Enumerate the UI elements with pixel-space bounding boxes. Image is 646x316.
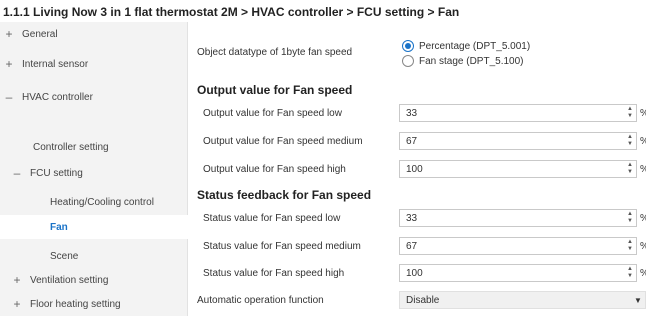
sidebar-item-ventilation-setting[interactable]: + Ventilation setting xyxy=(0,268,188,292)
status-section-title: Status feedback for Fan speed xyxy=(197,188,372,202)
unit-label: % xyxy=(640,241,646,252)
collapse-icon[interactable]: – xyxy=(2,90,16,104)
output-medium-input[interactable]: 67 ▲ ▼ xyxy=(399,132,637,150)
automatic-operation-label: Automatic operation function xyxy=(197,295,324,306)
parameter-panel: Object datatype of 1byte fan speed Perce… xyxy=(189,22,646,316)
unit-label: % xyxy=(640,268,646,279)
expand-icon[interactable]: + xyxy=(10,297,24,311)
spinner-icon[interactable]: ▲ ▼ xyxy=(624,161,636,177)
sidebar-item-hvac-controller[interactable]: – HVAC controller xyxy=(0,85,188,109)
automatic-operation-select[interactable]: Disable ▼ xyxy=(399,291,646,309)
status-high-input[interactable]: 100 ▲ ▼ xyxy=(399,264,637,282)
chevron-down-icon[interactable]: ▼ xyxy=(631,296,645,305)
sidebar-item-heating-cooling-control[interactable]: Heating/Cooling control xyxy=(0,190,188,214)
sidebar: + General + Internal sensor – HVAC contr… xyxy=(0,22,188,316)
sidebar-item-scene[interactable]: Scene xyxy=(0,244,188,268)
sidebar-item-label: Internal sensor xyxy=(22,58,89,70)
status-medium-label: Status value for Fan speed medium xyxy=(203,241,361,252)
sidebar-item-label: General xyxy=(22,28,58,40)
spinner-icon[interactable]: ▲ ▼ xyxy=(624,265,636,281)
collapse-icon[interactable]: – xyxy=(10,166,24,180)
sidebar-item-fan[interactable]: Fan xyxy=(0,215,188,239)
status-low-input[interactable]: 33 ▲ ▼ xyxy=(399,209,637,227)
sidebar-item-fcu-setting[interactable]: – FCU setting xyxy=(0,161,188,185)
spinner-icon[interactable]: ▲ ▼ xyxy=(624,105,636,121)
sidebar-item-general[interactable]: + General xyxy=(0,22,188,46)
radio-fan-stage[interactable]: Fan stage (DPT_5.100) xyxy=(402,55,524,67)
radio-label: Fan stage (DPT_5.100) xyxy=(419,55,524,67)
expand-icon[interactable]: + xyxy=(2,57,16,71)
status-low-label: Status value for Fan speed low xyxy=(203,213,341,224)
sidebar-item-label: Floor heating setting xyxy=(30,298,121,310)
sidebar-item-label: HVAC controller xyxy=(22,91,93,103)
unit-label: % xyxy=(640,108,646,119)
output-section-title: Output value for Fan speed xyxy=(197,83,353,97)
radio-label: Percentage (DPT_5.001) xyxy=(419,40,531,52)
breadcrumb: 1.1.1 Living Now 3 in 1 flat thermostat … xyxy=(0,0,646,22)
sidebar-item-label: Ventilation setting xyxy=(30,274,109,286)
unit-label: % xyxy=(640,164,646,175)
sidebar-item-floor-heating-setting[interactable]: + Floor heating setting xyxy=(0,292,188,316)
output-low-label: Output value for Fan speed low xyxy=(203,108,342,119)
sidebar-item-label: Controller setting xyxy=(33,141,109,153)
sidebar-item-label: Scene xyxy=(50,250,79,262)
datatype-label: Object datatype of 1byte fan speed xyxy=(197,47,353,58)
spinner-icon[interactable]: ▲ ▼ xyxy=(624,133,636,149)
output-medium-label: Output value for Fan speed medium xyxy=(203,136,363,147)
expand-icon[interactable]: + xyxy=(2,27,16,41)
spinner-icon[interactable]: ▲ ▼ xyxy=(624,238,636,254)
sidebar-item-label: Heating/Cooling control xyxy=(50,196,154,208)
unit-label: % xyxy=(640,136,646,147)
sidebar-item-label: FCU setting xyxy=(30,167,83,179)
status-high-label: Status value for Fan speed high xyxy=(203,268,345,279)
status-medium-input[interactable]: 67 ▲ ▼ xyxy=(399,237,637,255)
output-low-input[interactable]: 33 ▲ ▼ xyxy=(399,104,637,122)
output-high-input[interactable]: 100 ▲ ▼ xyxy=(399,160,637,178)
expand-icon[interactable]: + xyxy=(10,273,24,287)
radio-selected-icon[interactable] xyxy=(402,40,414,52)
unit-label: % xyxy=(640,213,646,224)
radio-unselected-icon[interactable] xyxy=(402,55,414,67)
output-high-label: Output value for Fan speed high xyxy=(203,164,346,175)
sidebar-item-label: Fan xyxy=(50,221,68,233)
radio-percentage[interactable]: Percentage (DPT_5.001) xyxy=(402,40,530,52)
spinner-icon[interactable]: ▲ ▼ xyxy=(624,210,636,226)
sidebar-item-controller-setting[interactable]: Controller setting xyxy=(0,135,188,159)
sidebar-item-internal-sensor[interactable]: + Internal sensor xyxy=(0,52,188,76)
